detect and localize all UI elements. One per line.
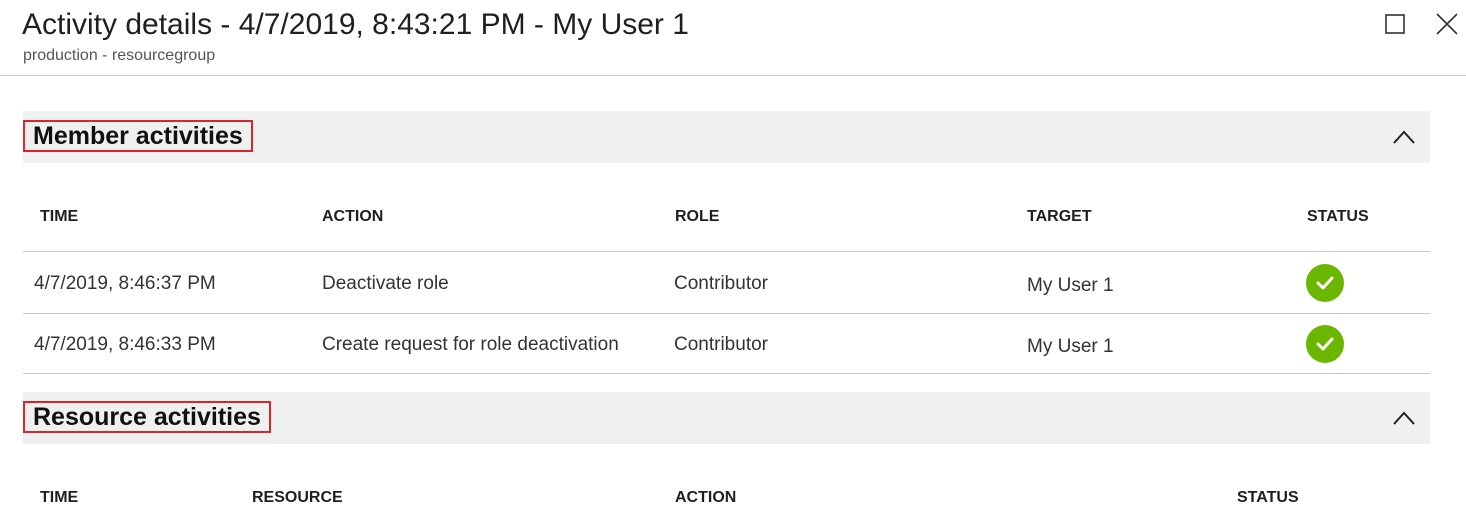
close-icon <box>1436 13 1458 35</box>
chevron-up-icon <box>1393 130 1415 144</box>
maximize-icon <box>1385 14 1405 34</box>
member-activities-collapse-button[interactable] <box>1390 123 1418 151</box>
row-target: My User 1 <box>1027 336 1114 357</box>
column-header-action[interactable]: ACTION <box>675 488 736 508</box>
close-button[interactable] <box>1433 10 1461 38</box>
member-activities-header[interactable]: Member activities <box>23 111 1430 163</box>
success-status-icon <box>1306 325 1344 363</box>
column-header-role[interactable]: ROLE <box>675 207 719 227</box>
row-action: Deactivate role <box>322 273 449 294</box>
row-time: 4/7/2019, 8:46:37 PM <box>34 273 216 294</box>
column-header-status[interactable]: STATUS <box>1307 207 1369 227</box>
chevron-up-icon <box>1393 411 1415 425</box>
row-role: Contributor <box>674 273 768 294</box>
page-subtitle: production - resourcegroup <box>23 47 216 64</box>
column-header-status[interactable]: STATUS <box>1237 488 1299 508</box>
resource-activities-header[interactable]: Resource activities <box>23 392 1430 444</box>
row-role: Contributor <box>674 334 768 355</box>
table-divider <box>23 251 1430 252</box>
column-header-resource[interactable]: RESOURCE <box>252 488 343 508</box>
page-title: Activity details - 4/7/2019, 8:43:21 PM … <box>22 8 689 41</box>
member-activities-title: Member activities <box>23 120 253 152</box>
column-header-time[interactable]: TIME <box>40 207 78 227</box>
row-action: Create request for role deactivation <box>322 334 619 355</box>
column-header-target[interactable]: TARGET <box>1027 207 1092 227</box>
header-divider <box>0 75 1466 76</box>
column-header-action[interactable]: ACTION <box>322 207 383 227</box>
row-target: My User 1 <box>1027 275 1114 296</box>
column-header-time[interactable]: TIME <box>40 488 78 508</box>
row-time: 4/7/2019, 8:46:33 PM <box>34 334 216 355</box>
maximize-button[interactable] <box>1381 10 1409 38</box>
resource-activities-collapse-button[interactable] <box>1390 404 1418 432</box>
success-status-icon <box>1306 264 1344 302</box>
resource-activities-title: Resource activities <box>23 401 271 433</box>
row-divider <box>23 373 1430 374</box>
